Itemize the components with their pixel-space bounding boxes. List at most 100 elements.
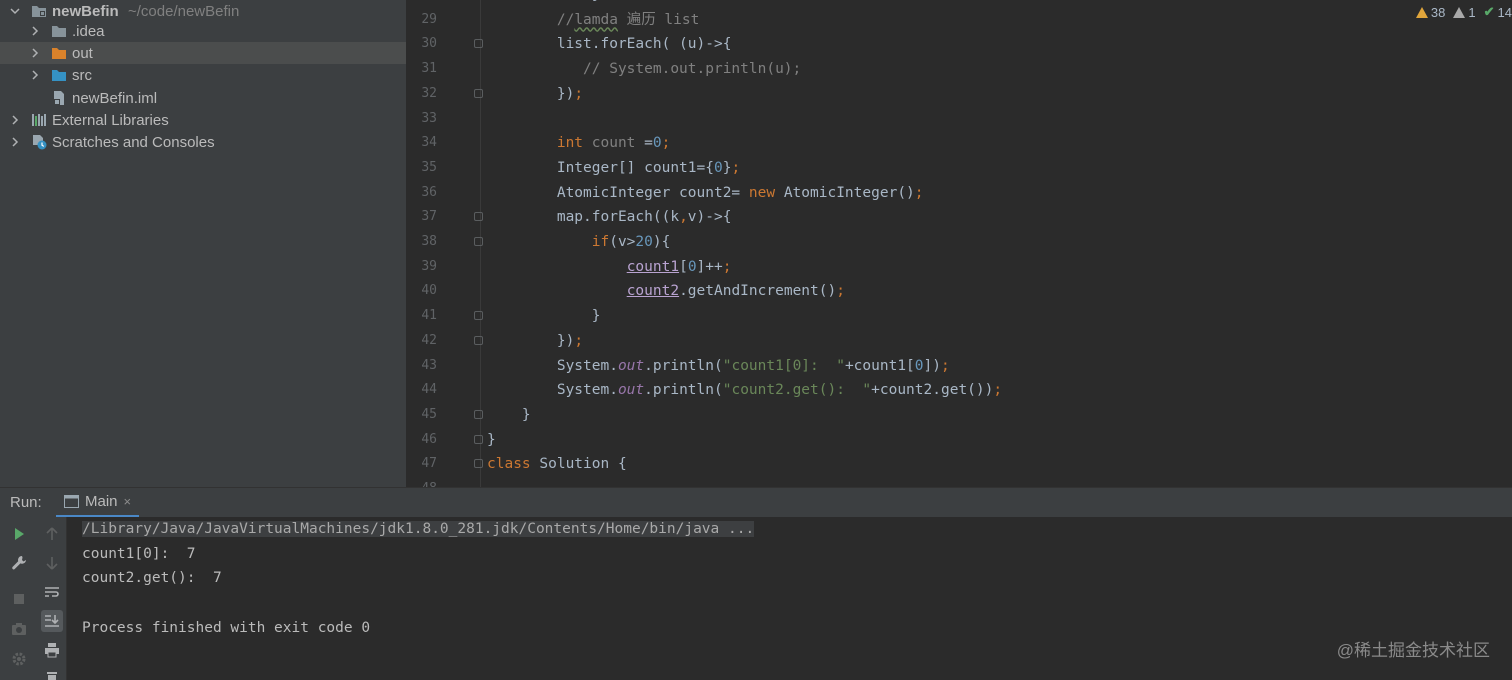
code-line[interactable]: 37 map.forEach((k,v)->{ [406, 205, 1512, 229]
code-line[interactable]: 39 count1[0]++; [406, 255, 1512, 279]
code-token: Integer[] count1={ [487, 159, 714, 176]
previous-occurrence-button[interactable] [41, 523, 63, 545]
chevron-right-icon[interactable] [8, 135, 22, 149]
fold-marker-icon[interactable] [474, 459, 483, 469]
rerun-button[interactable] [8, 523, 30, 545]
chevron-right-icon[interactable] [28, 46, 42, 60]
code-token: class [487, 456, 540, 473]
code-line[interactable]: 43 System.out.println("count1[0]: "+coun… [406, 354, 1512, 378]
code-text: // System.out.println(u); [487, 57, 801, 81]
code-token: out [617, 382, 645, 399]
code-token: System. [487, 357, 618, 374]
gear-icon [12, 652, 26, 666]
modify-config-button[interactable] [8, 552, 30, 574]
code-token: 遍历 list [617, 11, 700, 28]
code-text: count1[0]++; [487, 255, 732, 279]
code-line[interactable]: 29 //lamda 遍历 list [406, 8, 1512, 32]
tree-item-external-libraries[interactable]: External Libraries [0, 109, 406, 131]
chevron-down-icon[interactable] [8, 4, 22, 18]
tree-item-src[interactable]: src [0, 64, 406, 86]
code-line[interactable]: 48 [406, 477, 1512, 487]
code-line[interactable]: 35 Integer[] count1={0}; [406, 156, 1512, 180]
code-line[interactable]: 40 count2.getAndIncrement(); [406, 279, 1512, 303]
code-line[interactable]: 45 } [406, 403, 1512, 427]
clear-all-button[interactable] [41, 667, 63, 680]
wrench-icon [12, 556, 26, 570]
code-token: AtomicInteger count2= [487, 184, 749, 201]
code-token: ; [661, 135, 671, 152]
line-number: 30 [421, 36, 437, 52]
code-line[interactable]: 32 }); [406, 82, 1512, 106]
line-number: 36 [421, 184, 437, 200]
fold-marker-icon[interactable] [474, 39, 483, 49]
code-line[interactable]: 44 System.out.println("count2.get(): "+c… [406, 378, 1512, 402]
code-token: [ [679, 258, 688, 275]
code-token: list.forEach( (u)->{ [487, 36, 732, 53]
tree-item-newbefin-iml[interactable]: newBefin.iml [0, 87, 406, 109]
dump-threads-button[interactable] [8, 618, 30, 640]
code-editor[interactable]: 38 1 ✔14 28 }29 //lamda 遍历 list30 list.f… [406, 0, 1512, 487]
tree-item-label: Scratches and Consoles [52, 133, 215, 151]
code-text: if(v>20){ [487, 230, 671, 254]
code-text: }); [487, 82, 583, 106]
soft-wrap-icon [45, 587, 59, 597]
run-tab-main[interactable]: Main × [56, 488, 140, 518]
console-line: Process finished with exit code 0 [82, 620, 370, 636]
settings-button[interactable] [8, 648, 30, 670]
code-line[interactable]: 38 if(v>20){ [406, 230, 1512, 254]
code-text: } [487, 428, 496, 452]
fold-marker-icon[interactable] [474, 212, 483, 222]
chevron-right-icon[interactable] [28, 68, 42, 82]
code-token: // System.out.println(u); [487, 61, 802, 78]
print-button[interactable] [41, 639, 63, 661]
code-line[interactable]: 30 list.forEach( (u)->{ [406, 32, 1512, 56]
fold-marker-icon[interactable] [474, 409, 483, 419]
fold-marker-icon[interactable] [474, 237, 483, 246]
fold-marker-icon[interactable] [474, 88, 483, 98]
line-number: 39 [421, 258, 437, 274]
stop-button[interactable] [8, 588, 30, 610]
code-line[interactable]: 47 class Solution { [406, 452, 1512, 476]
tree-item-out[interactable]: out [0, 42, 406, 64]
code-line[interactable]: 28 } [406, 0, 1512, 7]
code-line[interactable]: 41 } [406, 304, 1512, 328]
code-token: ; [941, 357, 950, 374]
code-text: int count =0; [487, 131, 671, 155]
soft-wrap-button[interactable] [41, 581, 63, 603]
code-token: }) [487, 332, 575, 349]
tree-item-label: .idea [72, 22, 105, 40]
tree-item-scratches-and-consoles[interactable]: Scratches and Consoles [0, 131, 406, 153]
fold-marker-icon[interactable] [474, 434, 483, 444]
line-number: 33 [421, 110, 437, 126]
code-line[interactable]: 34 int count =0; [406, 131, 1512, 155]
console-output[interactable]: /Library/Java/JavaVirtualMachines/jdk1.8… [67, 517, 1512, 680]
code-token: System. [487, 382, 618, 399]
code-text: class Solution { [487, 452, 627, 476]
code-token: map.forEach((k [487, 209, 680, 226]
console-text: count2.get(): 7 [82, 570, 222, 587]
code-line[interactable]: 33 [406, 107, 1512, 131]
line-number: 40 [421, 283, 437, 299]
chevron-right-icon[interactable] [8, 113, 22, 127]
tree-item-newbefin[interactable]: newBefin ~/code/newBefin [0, 0, 406, 22]
code-line[interactable]: 46} [406, 428, 1512, 452]
code-token: } [487, 0, 601, 3]
code-token: .println( [644, 382, 723, 399]
tree-item-label: newBefin [52, 2, 119, 20]
close-icon[interactable]: × [124, 494, 132, 509]
code-token: ; [731, 159, 741, 176]
tree-item-idea[interactable]: .idea [0, 20, 406, 42]
fold-marker-icon[interactable] [474, 335, 483, 345]
scratches-icon [31, 134, 47, 150]
libraries-icon [31, 112, 47, 128]
trash-icon [47, 672, 57, 680]
scroll-to-end-button[interactable] [41, 610, 63, 632]
chevron-right-icon[interactable] [28, 24, 42, 38]
code-line[interactable]: 36 AtomicInteger count2= new AtomicInteg… [406, 181, 1512, 205]
next-occurrence-button[interactable] [41, 552, 63, 574]
code-line[interactable]: 42 }); [406, 329, 1512, 353]
fold-marker-icon[interactable] [474, 311, 483, 321]
line-number: 46 [421, 431, 437, 447]
code-text: } [487, 0, 601, 7]
code-line[interactable]: 31 // System.out.println(u); [406, 57, 1512, 81]
